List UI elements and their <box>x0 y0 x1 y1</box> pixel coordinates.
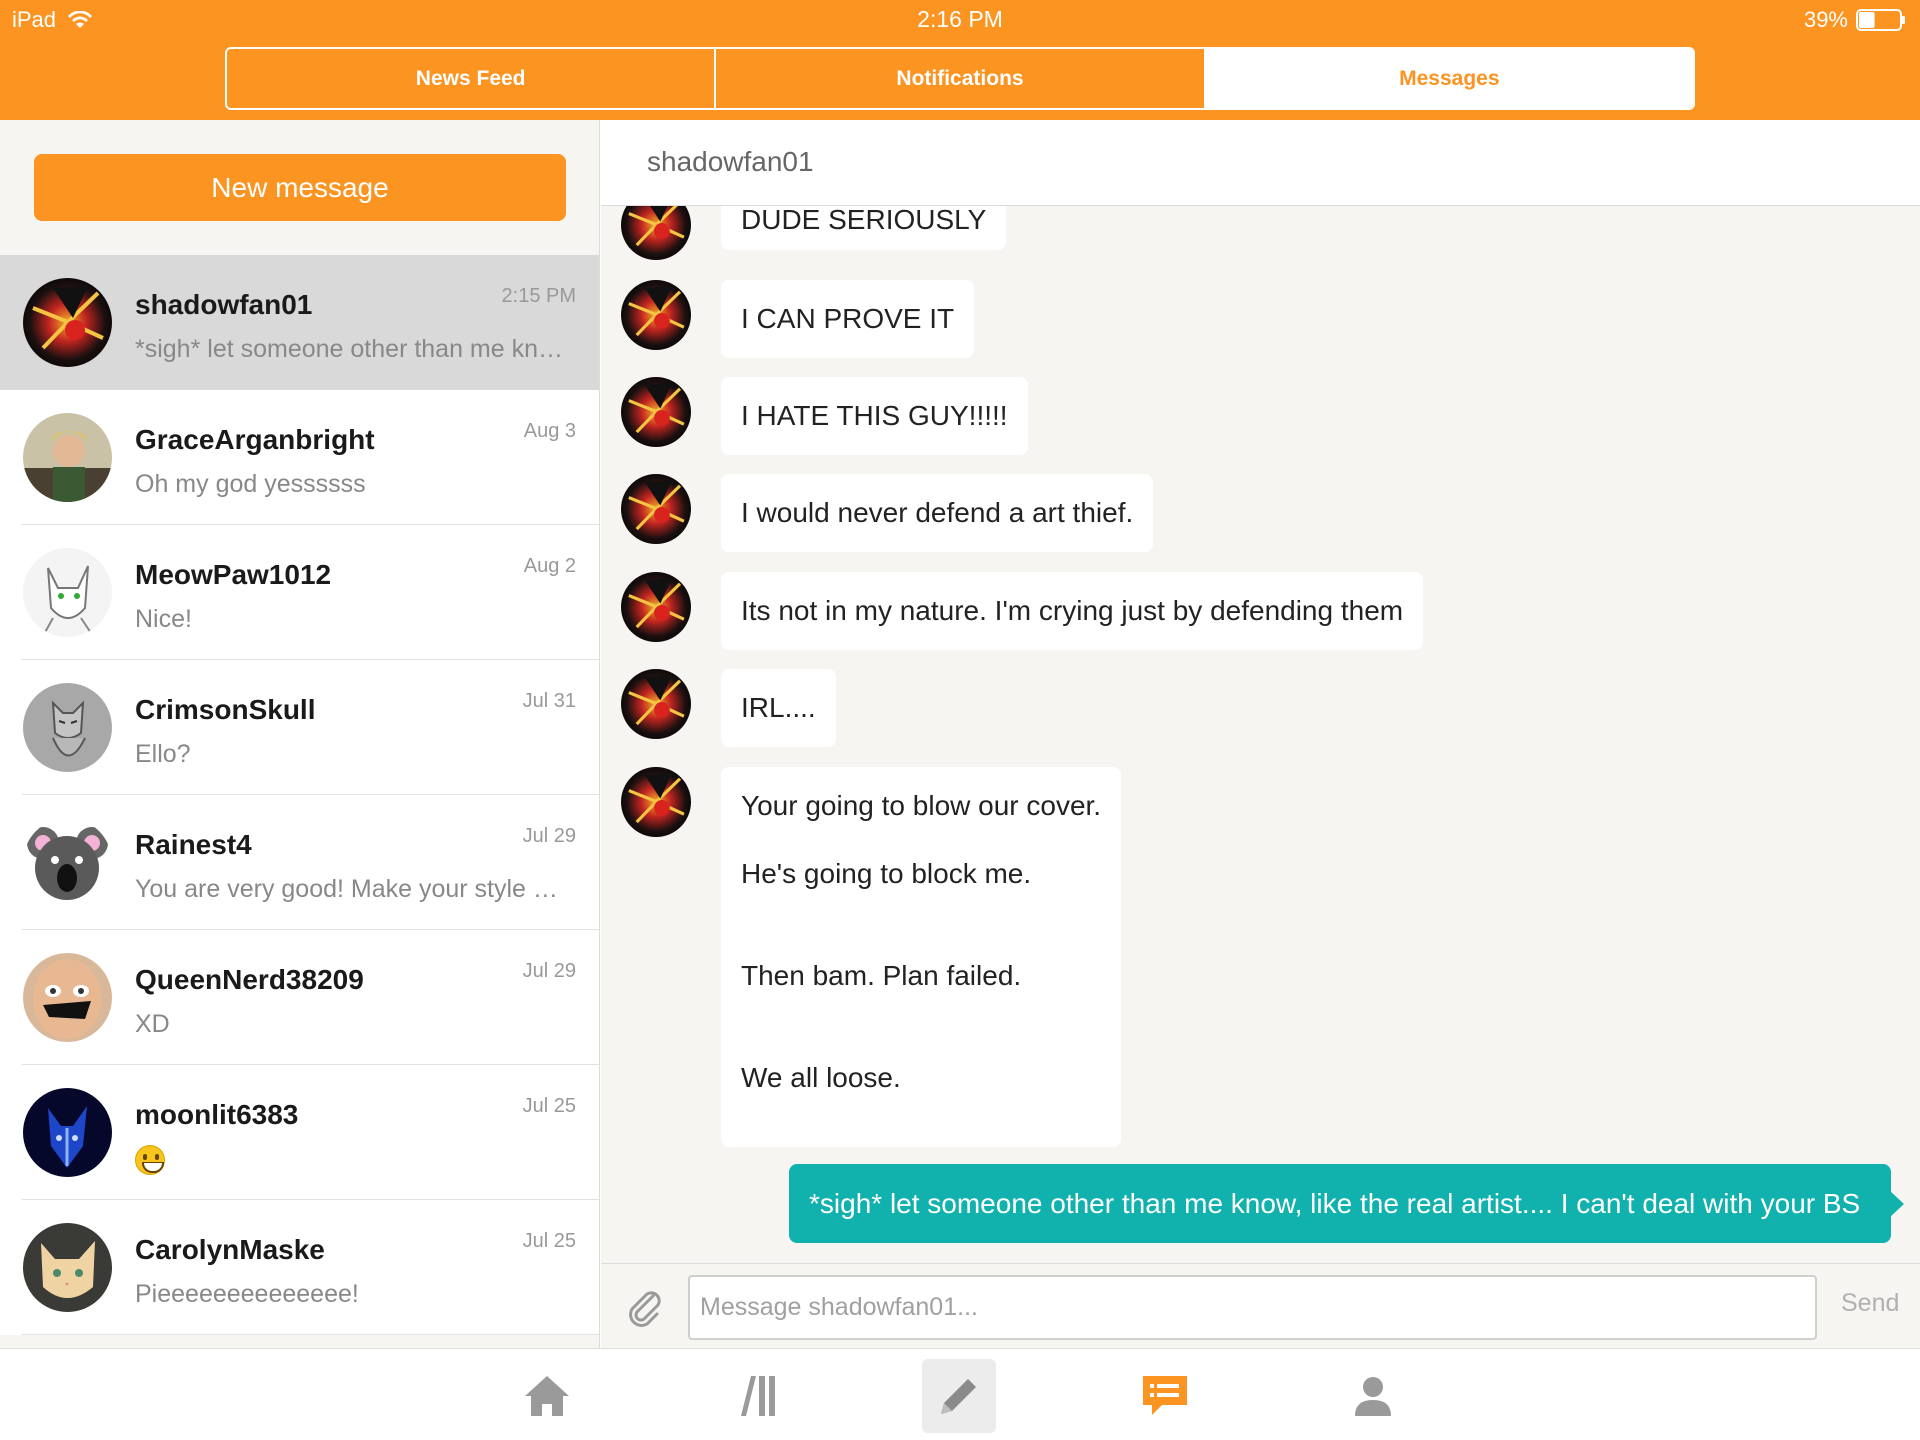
profile-icon[interactable] <box>1336 1359 1410 1433</box>
message-line: Then bam. Plan failed. <box>741 960 1022 991</box>
shadow-hedgehog-avatar[interactable] <box>621 474 691 544</box>
message-composer: Send <box>601 1263 1920 1348</box>
top-tabs: News Feed Notifications Messages <box>225 47 1695 110</box>
chat-title: shadowfan01 <box>647 146 814 177</box>
conversation-preview <box>135 1145 575 1182</box>
conversation-name: CarolynMaske <box>135 1234 325 1265</box>
conversation-item[interactable]: CrimsonSkull Jul 31 Ello? <box>0 660 599 795</box>
conversation-name: shadowfan01 <box>135 289 313 320</box>
conversation-date: Aug 3 <box>523 420 576 442</box>
conversation-date: 2:15 PM <box>501 285 576 307</box>
message-line: Your going to blow our cover. <box>741 790 1102 821</box>
message-input[interactable] <box>688 1275 1817 1340</box>
shadow-hedgehog-avatar[interactable] <box>621 767 691 837</box>
message-bubble: IRL.... <box>721 669 836 747</box>
conversation-item[interactable]: shadowfan01 2:15 PM *sigh* let someone o… <box>0 255 599 390</box>
messages-icon[interactable] <box>1128 1359 1202 1433</box>
conversation-item[interactable]: QueenNerd38209 Jul 29 XD <box>0 930 599 1065</box>
divider <box>22 1334 599 1335</box>
conversation-name: GraceArganbright <box>135 424 375 455</box>
conversation-date: Jul 29 <box>522 960 576 982</box>
shadow-hedgehog-avatar[interactable] <box>621 377 691 447</box>
conversation-preview: Ello? <box>135 740 191 768</box>
face-photo-avatar <box>23 953 112 1042</box>
tab-notifications[interactable]: Notifications <box>716 49 1206 108</box>
send-button[interactable]: Send <box>1841 1289 1899 1318</box>
conversation-item[interactable]: CarolynMaske Jul 25 Pieeeeeeeeeeeeee! <box>0 1200 599 1335</box>
grinning-face-emoji-icon <box>135 1145 165 1175</box>
conversation-item[interactable]: MeowPaw1012 Aug 2 Nice! <box>0 525 599 660</box>
message-line <box>741 993 1101 1027</box>
message-bubble: I would never defend a art thief. <box>721 474 1154 552</box>
tiger-sketch-avatar <box>23 683 112 772</box>
message-line <box>741 1027 1101 1061</box>
conversation-name: QueenNerd38209 <box>135 964 364 995</box>
shadow-hedgehog-avatar[interactable] <box>621 669 691 739</box>
conversation-item[interactable]: moonlit6383 Jul 25 <box>0 1065 599 1200</box>
shadow-hedgehog-avatar[interactable] <box>621 280 691 350</box>
person-avatar <box>23 413 112 502</box>
shadow-hedgehog-avatar[interactable] <box>621 572 691 642</box>
bubble-tail <box>1890 1191 1904 1217</box>
conversation-item[interactable]: GraceArganbright Aug 3 Oh my god yesssss… <box>0 390 599 525</box>
new-message-button[interactable]: New message <box>34 154 566 221</box>
conversation-preview: *sigh* let someone other than me know, l… <box>135 335 575 363</box>
message-line <box>741 823 1101 857</box>
conversation-preview: XD <box>135 1010 170 1038</box>
message-bubble: I HATE THIS GUY!!!!! <box>721 377 1028 455</box>
chat-header: shadowfan01 <box>601 120 1920 206</box>
battery-icon <box>1856 9 1906 31</box>
bottom-tab-bar <box>0 1348 1920 1440</box>
message-line <box>741 925 1101 959</box>
conversation-name: CrimsonSkull <box>135 694 316 725</box>
conversation-preview: Oh my god yessssss <box>135 470 366 498</box>
top-header: iPad 2:16 PM 39% News Feed Notifications… <box>0 0 1920 120</box>
conversation-name: moonlit6383 <box>135 1099 299 1130</box>
status-time: 2:16 PM <box>917 6 1003 32</box>
home-icon[interactable] <box>510 1359 584 1433</box>
conversation-name: MeowPaw1012 <box>135 559 332 590</box>
paperclip-icon[interactable] <box>623 1286 667 1330</box>
conversation-date: Jul 29 <box>522 825 576 847</box>
conversation-date: Jul 31 <box>522 690 576 712</box>
white-cat-sketch-avatar <box>23 548 112 637</box>
message-line: We all loose. <box>741 1062 901 1093</box>
blue-wolf-avatar <box>23 1088 112 1177</box>
koala-avatar <box>23 818 112 907</box>
status-bar: iPad 2:16 PM 39% <box>0 0 1920 40</box>
conversation-name: Rainest4 <box>135 829 252 860</box>
conversation-preview: Pieeeeeeeeeeeeee! <box>135 1280 359 1308</box>
conversation-item[interactable]: Rainest4 Jul 29 You are very good! Make … <box>0 795 599 930</box>
tab-news-feed[interactable]: News Feed <box>227 49 717 108</box>
conversation-preview: Nice! <box>135 605 192 633</box>
conversation-list: shadowfan01 2:15 PM *sigh* let someone o… <box>0 255 599 1335</box>
message-bubble: I CAN PROVE IT <box>721 280 975 358</box>
browse-icon[interactable] <box>718 1359 792 1433</box>
tab-messages[interactable]: Messages <box>1205 49 1693 108</box>
conversation-sidebar: New message shadowfan01 2:15 PM *sigh* l… <box>0 120 600 1348</box>
message-line <box>741 891 1101 925</box>
battery-percent: 39% <box>1803 7 1848 32</box>
pencil-icon[interactable] <box>922 1359 996 1433</box>
cat-photo-avatar <box>23 1223 112 1312</box>
shadow-hedgehog-avatar <box>23 278 112 367</box>
conversation-preview: You are very good! Make your style more … <box>135 875 575 903</box>
conversation-date: Jul 25 <box>522 1095 576 1117</box>
conversation-date: Jul 25 <box>522 1230 576 1252</box>
conversation-date: Aug 2 <box>523 555 576 577</box>
message-bubble: Your going to blow our cover. He's going… <box>721 767 1122 1147</box>
outgoing-message-bubble: *sigh* let someone other than me know, l… <box>789 1164 1891 1243</box>
message-bubble: Its not in my nature. I'm crying just by… <box>721 572 1424 650</box>
chat-panel: shadowfan01 DUDE SERIOUSLY I CAN PROVE I… <box>601 120 1920 1348</box>
message-line: He's going to block me. <box>741 858 1032 889</box>
